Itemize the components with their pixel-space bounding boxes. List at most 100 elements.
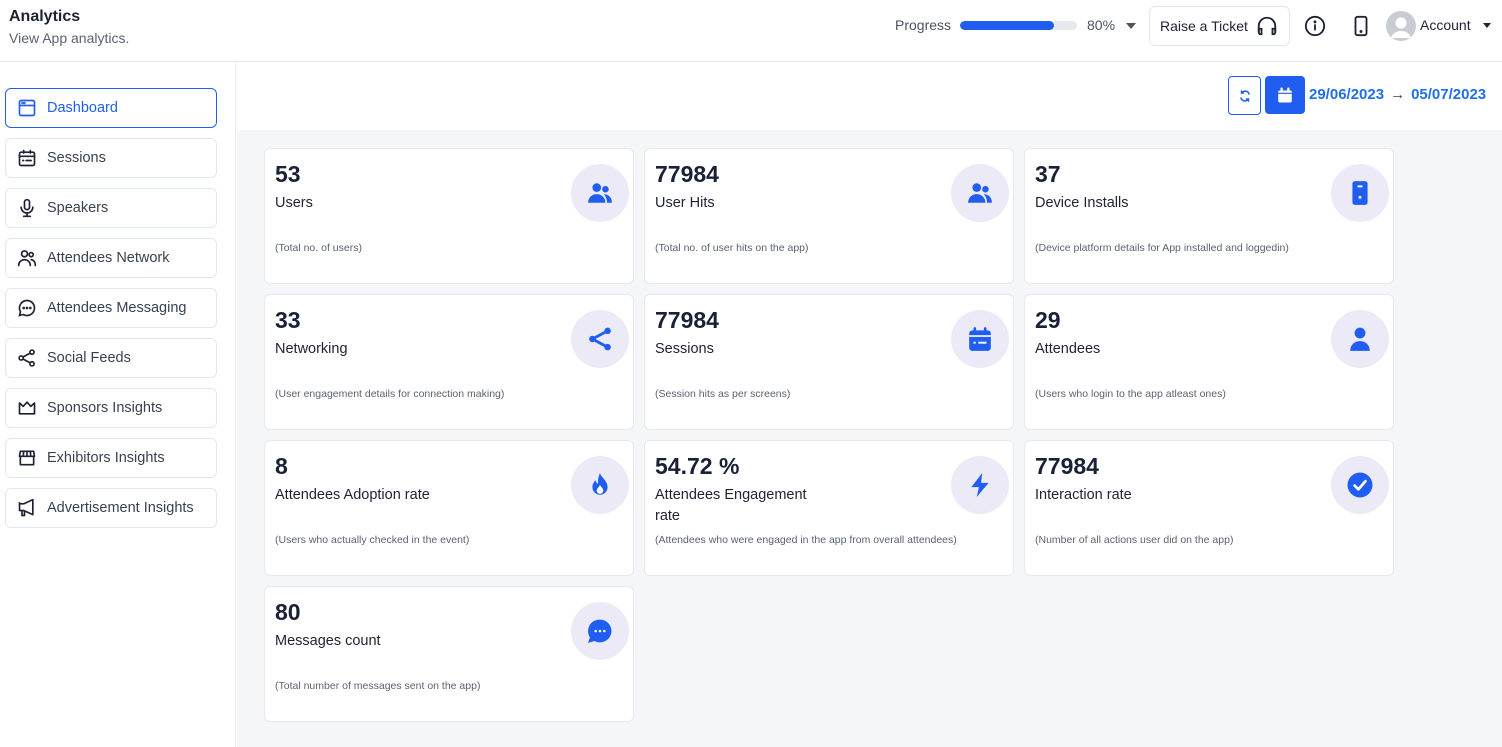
stat-card-user-hits[interactable]: 77984 User Hits (Total no. of user hits … bbox=[644, 148, 1014, 284]
progress-label: Progress bbox=[895, 17, 952, 33]
arrow-right-icon: → bbox=[1390, 86, 1406, 103]
stat-description: (Number of all actions user did on the a… bbox=[1035, 534, 1234, 546]
sidebar-item-sessions[interactable]: Sessions bbox=[5, 138, 217, 178]
calendar-icon bbox=[969, 327, 991, 351]
account-caret-icon[interactable] bbox=[1483, 23, 1491, 28]
sidebar-item-label: Speakers bbox=[47, 200, 109, 216]
stat-value: 37 bbox=[1035, 161, 1061, 187]
page-subtitle: View App analytics. bbox=[9, 30, 130, 46]
stat-value: 53 bbox=[275, 161, 301, 187]
sidebar-item-label: Attendees Network bbox=[47, 250, 170, 266]
sidebar-item-exhibitors-insights[interactable]: Exhibitors Insights bbox=[5, 438, 217, 478]
sidebar-item-attendees-messaging[interactable]: Attendees Messaging bbox=[5, 288, 217, 328]
stat-description: (Total number of messages sent on the ap… bbox=[275, 680, 481, 692]
calendar-icon bbox=[18, 149, 36, 167]
mobile-phone-icon[interactable] bbox=[1351, 15, 1371, 37]
stat-card-interaction-rate[interactable]: 77984 Interaction rate (Number of all ac… bbox=[1024, 440, 1394, 576]
stat-card-attendees-adoption-rate[interactable]: 8 Attendees Adoption rate (Users who act… bbox=[264, 440, 634, 576]
stat-value: 8 bbox=[275, 453, 288, 479]
stat-icon-badge bbox=[571, 164, 629, 222]
page-title: Analytics bbox=[9, 8, 81, 25]
stat-icon-badge bbox=[951, 164, 1009, 222]
progress-dropdown-caret-icon[interactable] bbox=[1126, 23, 1136, 29]
date-filter-bar: 29/06/2023 → 05/07/2023 bbox=[237, 62, 1502, 130]
sidebar-item-label: Sessions bbox=[47, 150, 106, 166]
refresh-button[interactable] bbox=[1228, 76, 1261, 115]
raise-ticket-button[interactable]: Raise a Ticket bbox=[1149, 6, 1290, 46]
main-content: 29/06/2023 → 05/07/2023 53 Users (Total … bbox=[237, 62, 1502, 747]
stat-value: 80 bbox=[275, 599, 301, 625]
sidebar-item-label: Attendees Messaging bbox=[47, 300, 187, 316]
stat-label: User Hits bbox=[655, 195, 715, 211]
chat-bubble-icon bbox=[588, 619, 612, 643]
sidebar-item-dashboard[interactable]: Dashboard bbox=[5, 88, 217, 128]
end-date: 05/07/2023 bbox=[1411, 86, 1487, 103]
stat-description: (Users who actually checked in the event… bbox=[275, 534, 470, 546]
top-bar: Analytics View App analytics. Progress 8… bbox=[0, 0, 1502, 62]
users-icon bbox=[588, 183, 612, 203]
stat-description: (Users who login to the app atleast ones… bbox=[1035, 388, 1226, 400]
stat-icon-badge bbox=[571, 456, 629, 514]
sidebar-item-sponsors-insights[interactable]: Sponsors Insights bbox=[5, 388, 217, 428]
avatar[interactable] bbox=[1386, 11, 1416, 41]
stat-description: (Attendees who were engaged in the app f… bbox=[655, 534, 957, 546]
stat-icon-badge bbox=[571, 310, 629, 368]
progress-bar bbox=[960, 21, 1077, 30]
check-circle-icon bbox=[1347, 472, 1373, 498]
account-menu[interactable]: Account bbox=[1420, 17, 1471, 33]
share-icon bbox=[18, 349, 35, 367]
start-date: 29/06/2023 bbox=[1309, 86, 1385, 103]
browser-window-icon bbox=[18, 99, 36, 117]
stat-description: (Device platform details for App install… bbox=[1035, 242, 1289, 254]
info-icon[interactable] bbox=[1304, 15, 1326, 37]
stat-card-messages-count[interactable]: 80 Messages count (Total number of messa… bbox=[264, 586, 634, 722]
chat-bubble-icon bbox=[18, 299, 36, 317]
stat-icon-badge bbox=[951, 310, 1009, 368]
refresh-icon bbox=[1239, 89, 1250, 102]
sidebar-item-label: Exhibitors Insights bbox=[47, 450, 165, 466]
stat-label: Interaction rate bbox=[1035, 487, 1132, 503]
headphones-icon bbox=[1257, 16, 1277, 36]
stat-card-sessions[interactable]: 77984 Sessions (Session hits as per scre… bbox=[644, 294, 1014, 430]
stat-value: 33 bbox=[275, 307, 301, 333]
stat-card-users[interactable]: 53 Users (Total no. of users) bbox=[264, 148, 634, 284]
megaphone-icon bbox=[18, 498, 34, 517]
stat-value: 77984 bbox=[655, 307, 719, 333]
stat-description: (Total no. of user hits on the app) bbox=[655, 242, 809, 254]
stat-label: Users bbox=[275, 195, 313, 211]
stat-card-attendees[interactable]: 29 Attendees (Users who login to the app… bbox=[1024, 294, 1394, 430]
stat-icon-badge bbox=[1331, 456, 1389, 514]
stat-label: Device Installs bbox=[1035, 195, 1129, 211]
calendar-icon bbox=[1278, 87, 1292, 103]
stat-icon-badge bbox=[571, 602, 629, 660]
date-picker-button[interactable] bbox=[1265, 76, 1305, 114]
sidebar-item-label: Dashboard bbox=[47, 100, 118, 116]
progress-bar-fill bbox=[960, 21, 1054, 30]
stat-description: (Session hits as per screens) bbox=[655, 388, 791, 400]
stat-label: Attendees Adoption rate bbox=[275, 487, 430, 503]
stat-value: 77984 bbox=[1035, 453, 1099, 479]
sidebar-item-label: Sponsors Insights bbox=[47, 400, 163, 416]
stat-value: 77984 bbox=[655, 161, 719, 187]
lightning-icon bbox=[971, 473, 989, 497]
stat-label: Sessions bbox=[655, 341, 714, 357]
storefront-icon bbox=[18, 450, 36, 466]
stat-value: 54.72 % bbox=[655, 453, 740, 479]
progress-value: 80% bbox=[1087, 17, 1116, 33]
stat-card-networking[interactable]: 33 Networking (User engagement details f… bbox=[264, 294, 634, 430]
user-avatar-icon bbox=[1391, 17, 1411, 38]
stat-card-attendees-engagement-rate[interactable]: 54.72 % Attendees Engagement rate (Atten… bbox=[644, 440, 1014, 576]
stat-icon-badge bbox=[1331, 310, 1389, 368]
date-range[interactable]: 29/06/2023 → 05/07/2023 bbox=[1309, 86, 1486, 103]
sidebar-item-label: Social Feeds bbox=[47, 350, 131, 366]
stat-description: (Total no. of users) bbox=[275, 242, 362, 254]
sidebar-item-attendees-network[interactable]: Attendees Network bbox=[5, 238, 217, 278]
stat-card-device-installs[interactable]: 37 Device Installs (Device platform deta… bbox=[1024, 148, 1394, 284]
crown-icon bbox=[18, 401, 36, 415]
sidebar-item-advertisement-insights[interactable]: Advertisement Insights bbox=[5, 488, 217, 528]
sidebar-item-social-feeds[interactable]: Social Feeds bbox=[5, 338, 217, 378]
user-icon bbox=[1350, 327, 1370, 351]
sidebar-item-speakers[interactable]: Speakers bbox=[5, 188, 217, 228]
stat-icon-badge bbox=[951, 456, 1009, 514]
stat-icon-badge bbox=[1331, 164, 1389, 222]
